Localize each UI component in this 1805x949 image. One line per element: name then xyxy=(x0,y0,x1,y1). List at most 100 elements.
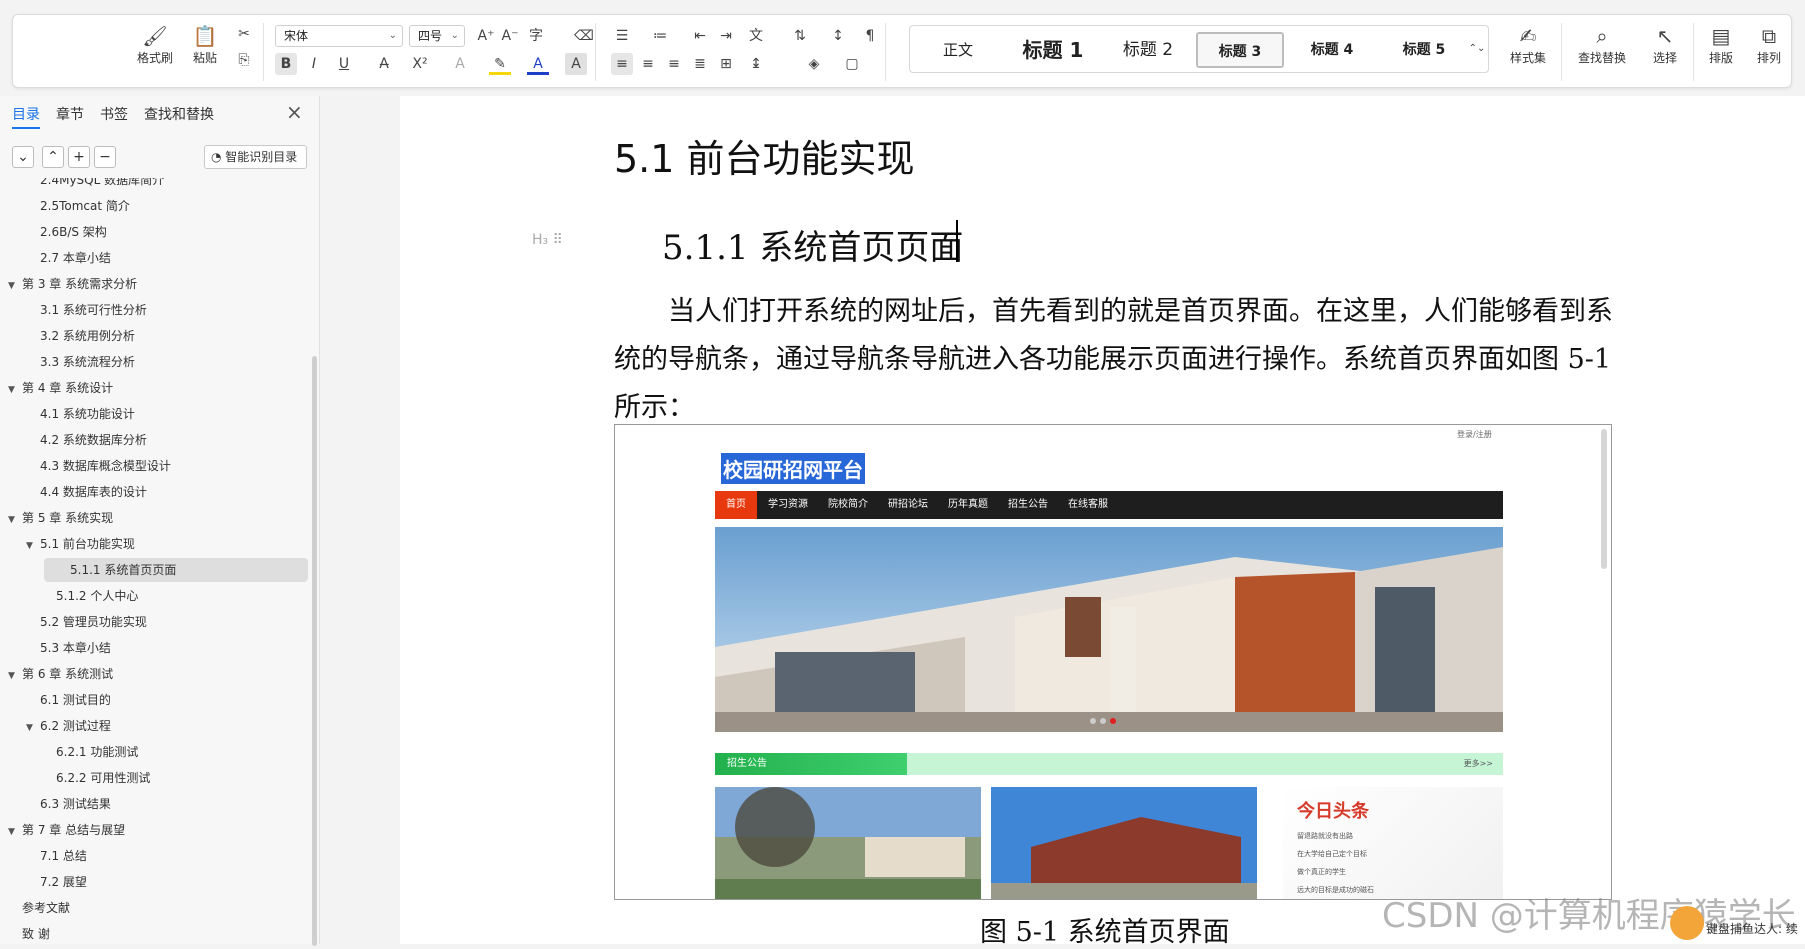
text-direction-icon[interactable]: ⇅ xyxy=(789,25,811,47)
border-icon[interactable]: ▢ xyxy=(841,53,863,75)
sort-icon[interactable]: ↕ xyxy=(827,25,849,47)
figure-caption[interactable]: 图 5-1 系统首页界面 xyxy=(980,910,1230,949)
toc-item[interactable]: 5.3 本章小结 xyxy=(0,636,111,660)
smart-toc-button[interactable]: ◔ 智能识别目录 xyxy=(204,145,307,169)
justify-icon[interactable]: ≣ xyxy=(689,53,711,75)
toc-item[interactable]: 2.7 本章小结 xyxy=(0,246,111,270)
shrink-font-icon[interactable]: A⁻ xyxy=(499,25,521,47)
toc-item[interactable]: 5.1.1 系统首页页面 xyxy=(44,558,308,582)
style-heading-1[interactable]: 标题 1 xyxy=(1006,32,1100,68)
toc-item[interactable]: 7.1 总结 xyxy=(0,844,87,868)
increase-indent-icon[interactable]: ⇥ xyxy=(715,25,737,47)
toc-item[interactable]: 2.6B/S 架构 xyxy=(0,220,107,244)
toc-item[interactable]: 7.2 展望 xyxy=(0,870,87,894)
remove-heading-button[interactable]: − xyxy=(94,146,116,168)
scrollbar[interactable] xyxy=(312,356,317,946)
char-shading-icon[interactable]: A xyxy=(565,53,587,75)
font-name-select[interactable]: 宋体 ⌄ xyxy=(275,25,403,47)
font-color-icon[interactable]: A xyxy=(527,53,549,75)
highlight-icon[interactable]: ✎ xyxy=(489,53,511,75)
align-left-icon[interactable]: ≡ xyxy=(611,53,633,75)
toc-item[interactable]: 4.4 数据库表的设计 xyxy=(0,480,147,504)
toc-item[interactable]: 3.3 系统流程分析 xyxy=(0,350,135,374)
toc-item[interactable]: 5.1.2 个人中心 xyxy=(0,584,138,608)
figure-screenshot[interactable]: 登录/注册 校园研招网平台 首页 学习资源 院校简介 研招论坛 历年真题 招生公… xyxy=(614,424,1612,900)
toc-item[interactable]: ▼ 第 4 章 系统设计 xyxy=(0,376,113,400)
align-right-icon[interactable]: ≡ xyxy=(663,53,685,75)
select-button[interactable]: ↖ 选择 xyxy=(1641,23,1689,66)
heading-drag-icon[interactable]: H₃ ⠿ xyxy=(532,232,563,248)
expand-toggle-icon[interactable]: ▼ xyxy=(8,664,22,688)
italic-icon[interactable]: I xyxy=(303,53,325,75)
shading-icon[interactable]: ◈ xyxy=(803,53,825,75)
grow-font-icon[interactable]: A⁺ xyxy=(475,25,497,47)
toc-item[interactable]: ▼ 第 5 章 系统实现 xyxy=(0,506,113,530)
heading-2[interactable]: 5.1 前台功能实现 xyxy=(614,128,915,183)
strikethrough-icon[interactable]: A̶ xyxy=(373,53,395,75)
toc-item[interactable]: ▼ 第 6 章 系统测试 xyxy=(0,662,113,686)
close-icon[interactable]: × xyxy=(286,100,303,124)
find-replace-button[interactable]: ⌕ 查找替换 xyxy=(1569,23,1635,66)
clear-format-icon[interactable]: ⌫ xyxy=(573,25,595,47)
chinese-layout-icon[interactable]: 文 xyxy=(745,25,767,47)
style-normal[interactable]: 正文 xyxy=(922,32,994,68)
heading-3[interactable]: 5.1.1 系统首页页面 xyxy=(662,220,963,269)
toc-item[interactable]: ▼ 5.1 前台功能实现 xyxy=(0,532,135,556)
gallery-scroll-icon[interactable]: ⌃⌄ xyxy=(1466,38,1488,60)
style-heading-4[interactable]: 标题 4 xyxy=(1290,32,1374,68)
toc-item[interactable]: ▼ 第 7 章 总结与展望 xyxy=(0,818,125,842)
numbered-list-icon[interactable]: ≔ xyxy=(649,25,671,47)
toc-item[interactable]: 6.2.1 功能测试 xyxy=(0,740,138,764)
expand-toggle-icon[interactable]: ▼ xyxy=(8,274,22,298)
assistant-avatar-icon[interactable] xyxy=(1670,906,1704,940)
bold-icon[interactable]: B xyxy=(275,53,297,75)
toc-item[interactable]: 5.2 管理员功能实现 xyxy=(0,610,147,634)
toc-item[interactable]: 参考文献 xyxy=(0,896,70,920)
paste-button[interactable]: 📋 粘贴 xyxy=(181,23,229,66)
bullet-list-icon[interactable]: ☰ xyxy=(611,25,633,47)
layout-button[interactable]: ▤ 排版 xyxy=(1699,23,1743,66)
tab-find-replace[interactable]: 查找和替换 xyxy=(144,104,214,124)
tab-toc[interactable]: 目录 xyxy=(12,104,40,129)
tab-chapters[interactable]: 章节 xyxy=(56,104,84,124)
show-marks-icon[interactable]: ¶ xyxy=(859,25,881,47)
font-size-select[interactable]: 四号 ⌄ xyxy=(409,25,465,47)
toc-item[interactable]: 2.4MySQL 数据库简介 xyxy=(0,178,164,192)
expand-toggle-icon[interactable]: ▼ xyxy=(26,716,40,740)
toc-item[interactable]: 6.2.2 可用性测试 xyxy=(0,766,150,790)
toc-item[interactable]: ▼ 第 3 章 系统需求分析 xyxy=(0,272,137,296)
arrange-button[interactable]: ⧉ 排列 xyxy=(1747,23,1791,66)
underline-icon[interactable]: U xyxy=(333,53,355,75)
toc-item[interactable]: 3.1 系统可行性分析 xyxy=(0,298,147,322)
toc-item[interactable]: 2.5Tomcat 简介 xyxy=(0,194,130,218)
align-center-icon[interactable]: ≡ xyxy=(637,53,659,75)
expand-toggle-icon[interactable]: ▼ xyxy=(8,378,22,402)
toc-item[interactable]: 3.2 系统用例分析 xyxy=(0,324,135,348)
superscript-icon[interactable]: X² xyxy=(409,53,431,75)
style-set-button[interactable]: ✍ 样式集 xyxy=(1501,23,1555,66)
style-heading-5[interactable]: 标题 5 xyxy=(1382,32,1466,68)
body-paragraph[interactable]: 当人们打开系统的网址后，首先看到的就是首页界面。在这里，人们能够看到系统的导航条… xyxy=(614,288,1614,432)
tab-bookmarks[interactable]: 书签 xyxy=(100,104,128,124)
expand-toggle-icon[interactable]: ▼ xyxy=(8,820,22,844)
line-spacing-icon[interactable]: ↨ xyxy=(745,53,767,75)
toc-item[interactable]: 6.1 测试目的 xyxy=(0,688,111,712)
promote-button[interactable]: ⌃ xyxy=(42,146,64,168)
expand-level-button[interactable]: ⌄ xyxy=(12,146,34,168)
expand-toggle-icon[interactable]: ▼ xyxy=(26,534,40,558)
toc-item[interactable]: 致 谢 xyxy=(0,922,50,944)
style-heading-3[interactable]: 标题 3 xyxy=(1196,32,1284,68)
toc-item[interactable]: 6.3 测试结果 xyxy=(0,792,111,816)
toc-item[interactable]: 4.3 数据库概念模型设计 xyxy=(0,454,171,478)
decrease-indent-icon[interactable]: ⇤ xyxy=(689,25,711,47)
text-effect-icon[interactable]: A xyxy=(449,53,471,75)
add-heading-button[interactable]: + xyxy=(68,146,90,168)
cut-icon[interactable]: ✂ xyxy=(233,23,255,45)
format-painter-button[interactable]: 🖌 格式刷 xyxy=(131,23,179,66)
distributed-icon[interactable]: ⊞ xyxy=(715,53,737,75)
toc-item[interactable]: 4.2 系统数据库分析 xyxy=(0,428,147,452)
style-heading-2[interactable]: 标题 2 xyxy=(1106,32,1190,68)
toc-item[interactable]: ▼ 6.2 测试过程 xyxy=(0,714,111,738)
phonetic-icon[interactable]: 字 xyxy=(525,25,547,47)
toc-item[interactable]: 4.1 系统功能设计 xyxy=(0,402,135,426)
